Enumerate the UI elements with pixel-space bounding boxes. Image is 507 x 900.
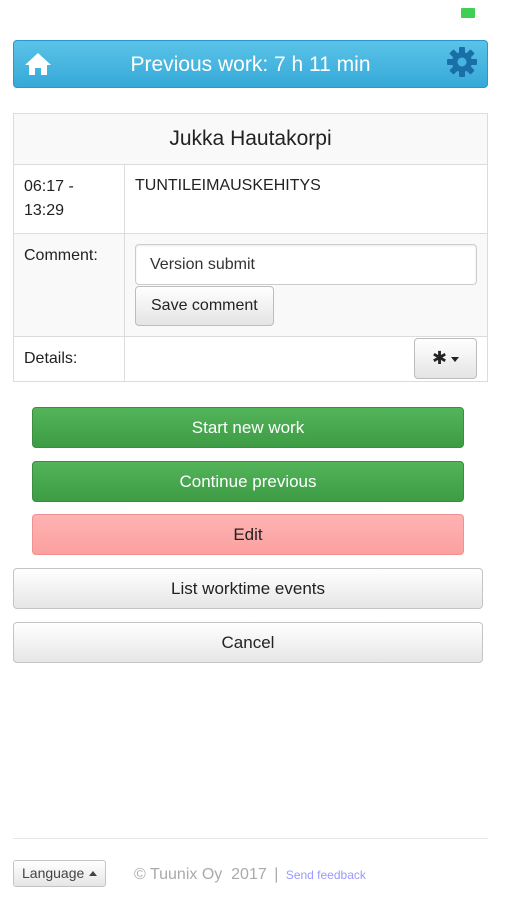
language-dropdown-button[interactable]: Language bbox=[13, 860, 107, 887]
gear-icon bbox=[447, 47, 477, 77]
home-button[interactable] bbox=[24, 51, 52, 77]
person-name: Jukka Hautakorpi bbox=[13, 113, 488, 165]
start-new-work-button[interactable]: Start new work bbox=[32, 407, 464, 448]
continue-previous-button[interactable]: Continue previous bbox=[32, 461, 464, 502]
page-title: Previous work: 7 h 11 min bbox=[130, 53, 371, 76]
send-feedback-link[interactable]: Send feedback bbox=[286, 868, 366, 882]
comment-label: Comment: bbox=[13, 233, 125, 337]
cancel-button[interactable]: Cancel bbox=[13, 622, 483, 663]
time-end: 13:29 bbox=[24, 202, 65, 219]
settings-button[interactable] bbox=[445, 45, 479, 79]
edit-button[interactable]: Edit bbox=[32, 514, 464, 555]
table-row: Comment: Save comment bbox=[13, 233, 488, 337]
footer-text: © Tuunix Oy 2017 | Send feedback bbox=[134, 866, 366, 884]
chevron-down-icon bbox=[451, 356, 460, 362]
save-comment-button[interactable]: Save comment bbox=[135, 286, 274, 326]
comment-input[interactable] bbox=[135, 244, 477, 285]
header-bar: Previous work: 7 h 11 min bbox=[13, 40, 488, 88]
details-label: Details: bbox=[13, 336, 125, 382]
battery-indicator-icon bbox=[461, 8, 475, 18]
work-info-table: Jukka Hautakorpi 06:17 - 13:29 TUNTILEIM… bbox=[13, 113, 488, 382]
language-label: Language bbox=[22, 865, 85, 881]
time-range: 06:17 - 13:29 bbox=[13, 164, 125, 234]
page: Previous work: 7 h 11 min Jukka Hautakor… bbox=[0, 0, 507, 900]
comment-cell: Save comment bbox=[124, 233, 488, 337]
home-icon bbox=[25, 53, 51, 75]
footer-separator: | bbox=[274, 866, 279, 883]
asterisk-icon: ✱ bbox=[431, 348, 448, 368]
table-row: 06:17 - 13:29 TUNTILEIMAUSKEHITYS bbox=[13, 164, 488, 234]
footer-divider bbox=[13, 838, 488, 839]
list-worktime-events-button[interactable]: List worktime events bbox=[13, 568, 483, 609]
project-name: TUNTILEIMAUSKEHITYS bbox=[124, 164, 488, 234]
time-start: 06:17 - bbox=[24, 178, 74, 195]
details-cell: ✱ bbox=[124, 336, 488, 382]
details-dropdown-button[interactable]: ✱ bbox=[414, 338, 477, 379]
chevron-up-icon bbox=[89, 870, 98, 876]
table-row: Details: ✱ bbox=[13, 336, 488, 382]
copyright: © Tuunix Oy 2017 bbox=[134, 866, 267, 883]
